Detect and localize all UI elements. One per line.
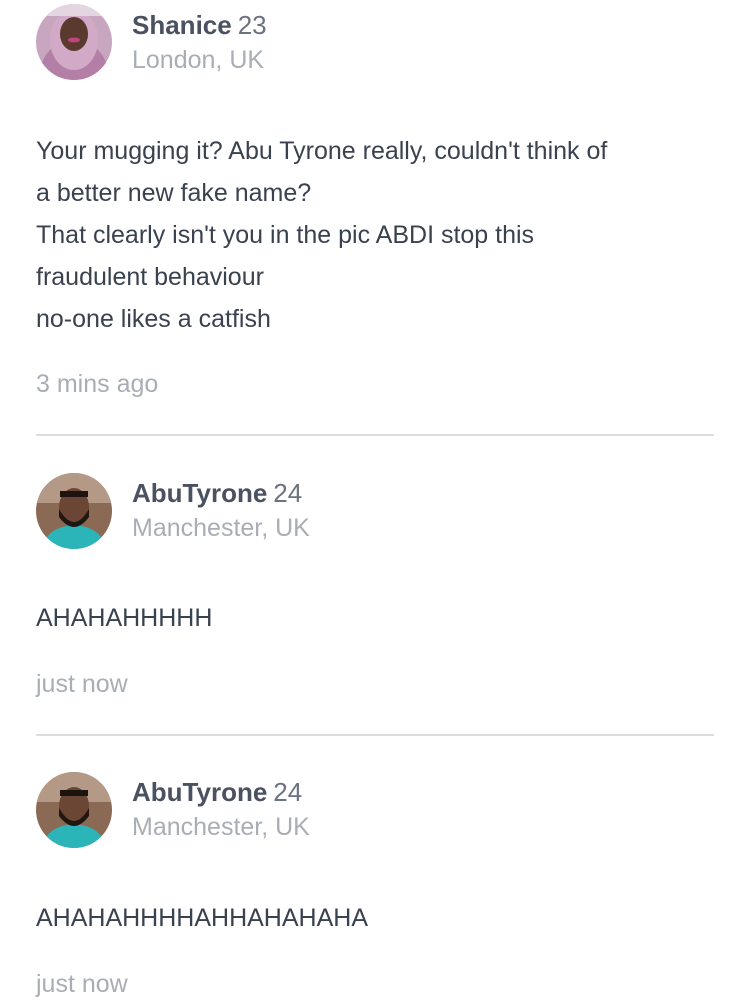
- user-info: Shanice 23 London, UK: [132, 8, 267, 78]
- name-row: AbuTyrone 24: [132, 775, 310, 809]
- timestamp: just now: [36, 970, 128, 998]
- user-info: AbuTyrone 24 Manchester, UK: [132, 775, 310, 845]
- message-text: Your mugging it? Abu Tyrone really, coul…: [36, 130, 716, 340]
- username[interactable]: AbuTyrone: [132, 777, 267, 807]
- message-line: That clearly isn't you in the pic ABDI s…: [36, 221, 535, 249]
- user-location: London, UK: [132, 46, 265, 74]
- username[interactable]: AbuTyrone: [132, 478, 267, 508]
- avatar-photo-hijab: [36, 4, 112, 80]
- message-line: a better new fake name?: [36, 179, 312, 207]
- comment-item: AbuTyrone 24 Manchester, UK: [0, 735, 750, 998]
- comment-feed: Shanice 23 London, UK Your mugging it? Ab…: [0, 0, 750, 998]
- name-row: AbuTyrone 24: [132, 476, 310, 510]
- user-age: 23: [237, 10, 267, 40]
- timestamp: just now: [36, 670, 128, 698]
- user-location: Manchester, UK: [132, 514, 310, 542]
- message-line: no-one likes a catfish: [36, 305, 271, 333]
- message-text: AHAHAHHHHAHHAHAHAHA: [36, 897, 716, 939]
- user-location: Manchester, UK: [132, 813, 310, 841]
- name-row: Shanice 23: [132, 8, 267, 42]
- user-age: 24: [273, 478, 303, 508]
- avatar-photo-man: [36, 473, 112, 549]
- avatar-photo-man: [36, 772, 112, 848]
- message-line: Your mugging it? Abu Tyrone really, coul…: [36, 137, 608, 165]
- user-age: 24: [273, 777, 303, 807]
- message-text: AHAHAHHHHH: [36, 597, 716, 639]
- message-line: fraudulent behaviour: [36, 263, 264, 291]
- message-line: AHAHAHHHHH: [36, 604, 213, 632]
- avatar[interactable]: [36, 473, 112, 549]
- username[interactable]: Shanice: [132, 10, 232, 40]
- timestamp: 3 mins ago: [36, 370, 159, 398]
- avatar[interactable]: [36, 772, 112, 848]
- user-info: AbuTyrone 24 Manchester, UK: [132, 476, 310, 546]
- avatar[interactable]: [36, 4, 112, 80]
- message-line: AHAHAHHHHAHHAHAHAHA: [36, 904, 368, 932]
